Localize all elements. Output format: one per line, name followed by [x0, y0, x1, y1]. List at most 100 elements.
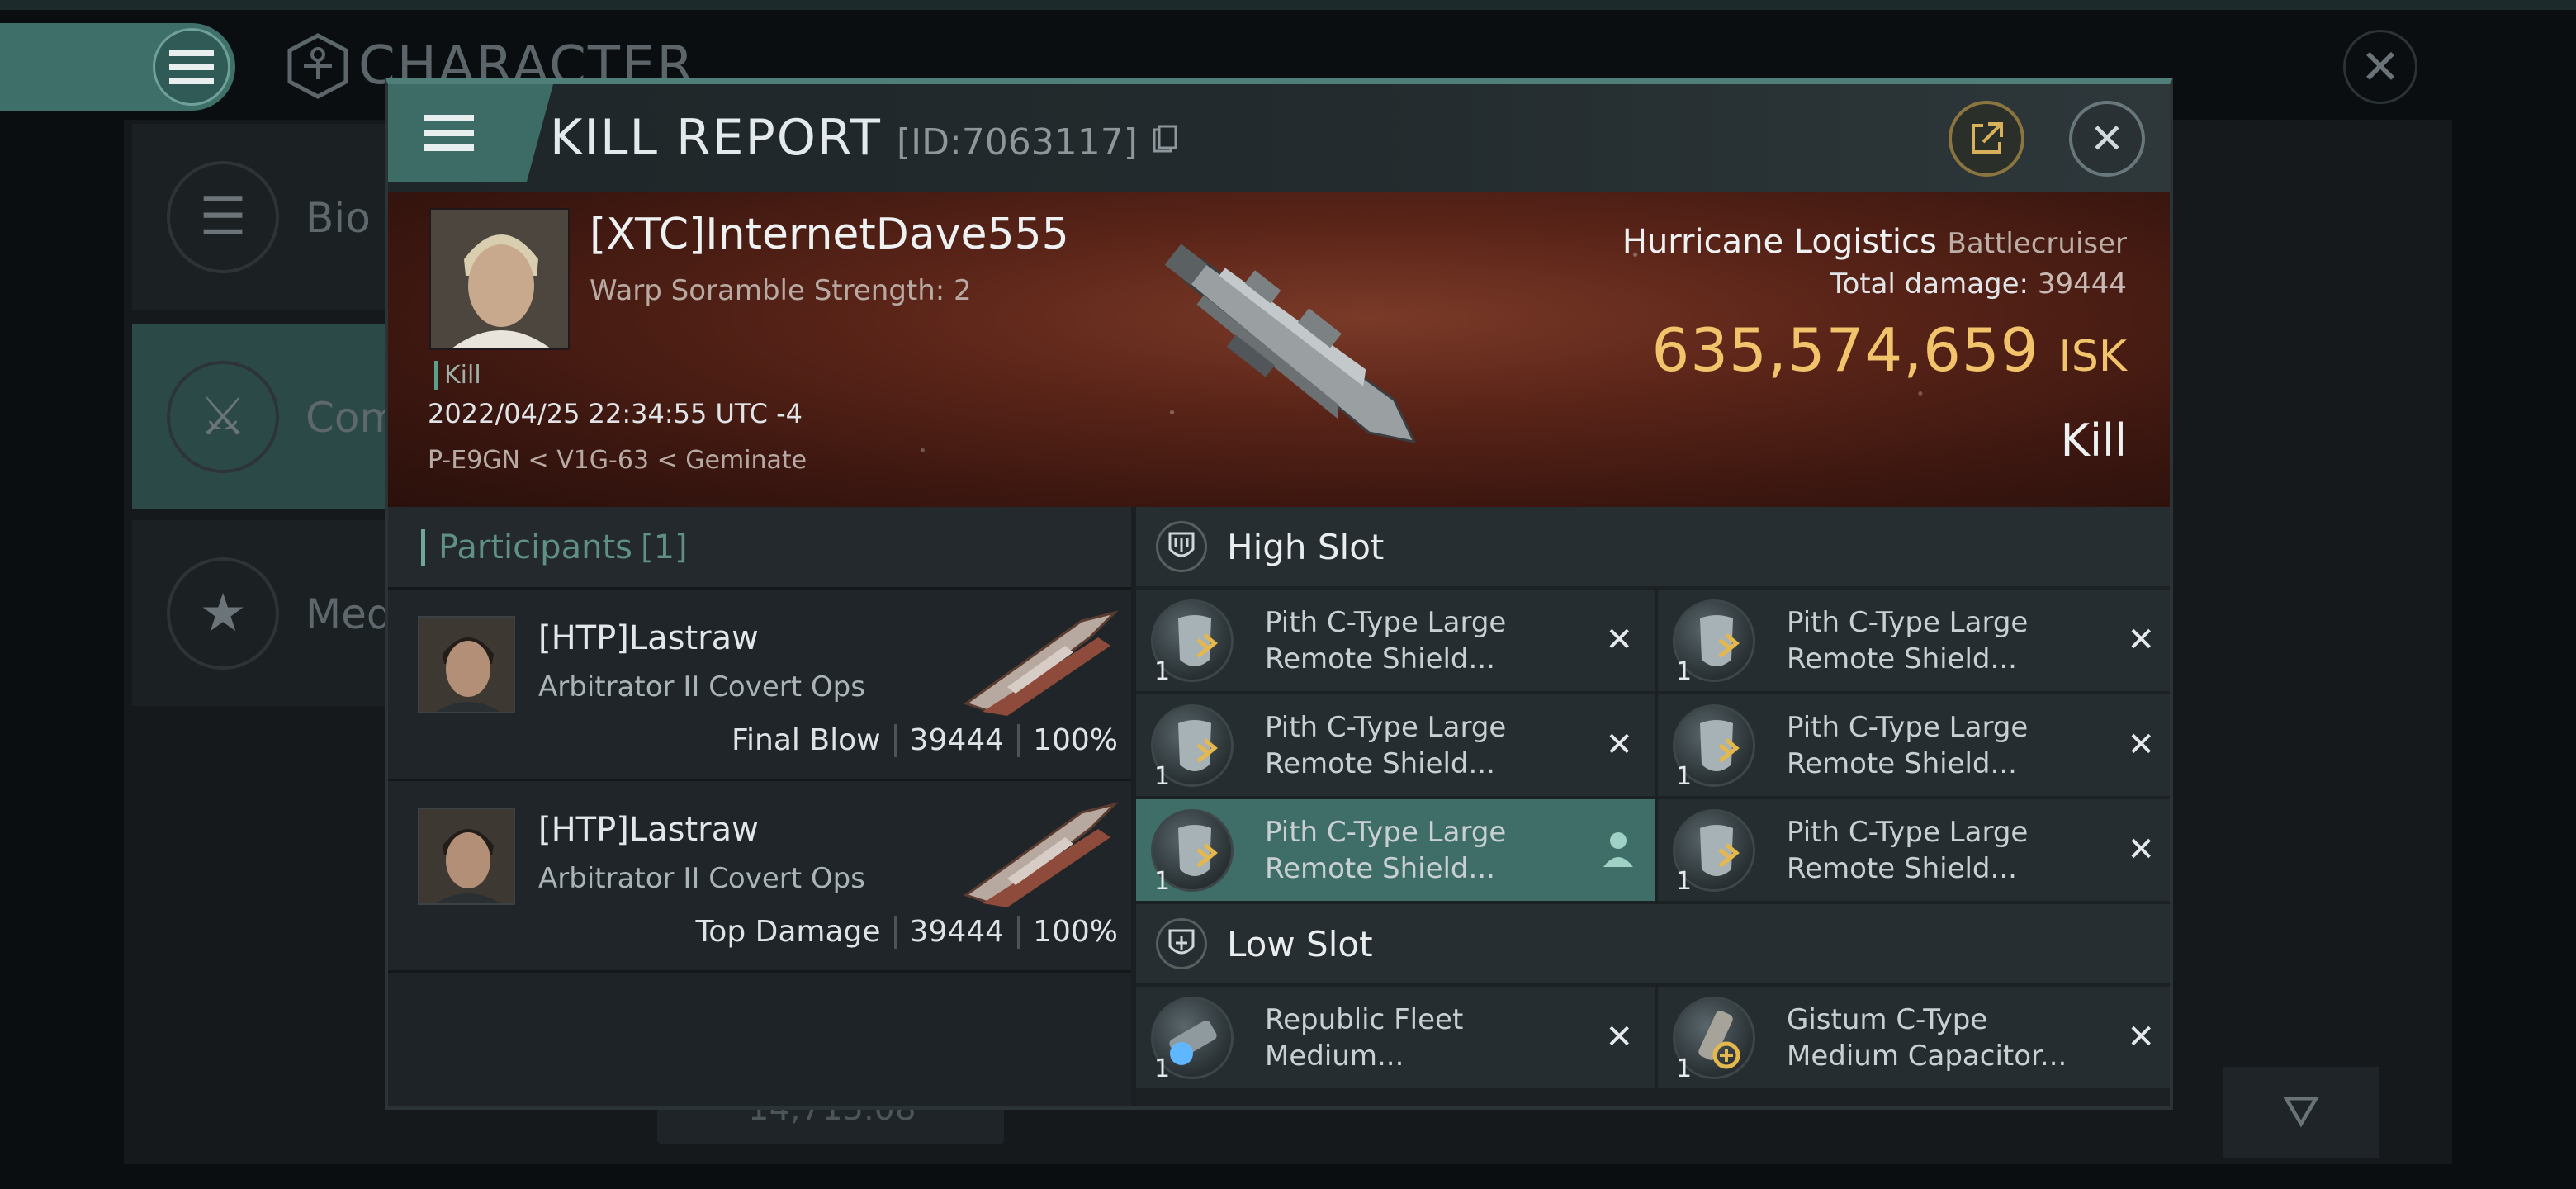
- destroyed-icon: ✕: [2127, 621, 2155, 659]
- isk-unit: ISK: [2058, 332, 2127, 381]
- high-slot-title: High Slot: [1227, 526, 1385, 567]
- participant-ship: Arbitrator II Covert Ops: [538, 862, 865, 895]
- destroyed-icon: ✕: [1605, 726, 1633, 764]
- module-qty: 1: [1676, 867, 1693, 896]
- low-slot-title: Low Slot: [1227, 923, 1373, 964]
- participants-title: Participants: [438, 528, 632, 566]
- person-icon: [1603, 832, 1633, 867]
- module-name: Pith C-Type Large Remote Shield...: [1265, 606, 1507, 675]
- participant-ship-icon[interactable]: [958, 796, 1123, 912]
- participant-percent: 100%: [1033, 723, 1118, 757]
- module-item[interactable]: 1 Pith C-Type Large Remote Shield... ✕: [1136, 694, 1655, 796]
- participant-stats: Final Blow 39444 100%: [732, 723, 1118, 757]
- participant-ship: Arbitrator II Covert Ops: [538, 670, 865, 703]
- hamburger-icon: [169, 50, 214, 84]
- module-qty: 1: [1676, 657, 1693, 686]
- sidebar-item-label: Med: [305, 590, 393, 638]
- kill-location[interactable]: P-E9GN < V1G-63 < Geminate: [428, 446, 807, 475]
- module-item[interactable]: 1 Pith C-Type Large Remote Shield... ✕: [1136, 590, 1655, 691]
- destroyed-icon: ✕: [2127, 726, 2155, 764]
- share-button[interactable]: [1949, 101, 2024, 177]
- participant-name[interactable]: [HTP]Lastraw: [538, 619, 759, 657]
- crossed-swords-icon: ⚔: [167, 361, 279, 473]
- participant-damage: 39444: [909, 723, 1005, 757]
- fitting-panel: High Slot 1 Pith C-Type Large Remote Shi…: [1136, 507, 2170, 1106]
- module-qty: 1: [1676, 1054, 1693, 1083]
- main-menu-button[interactable]: [153, 28, 230, 106]
- participant-stats: Top Damage 39444 100%: [695, 915, 1118, 949]
- participant-row[interactable]: [HTP]Lastraw Arbitrator II Covert Ops To…: [388, 781, 1131, 973]
- kill-report-title-text: KILL REPORT: [550, 109, 882, 167]
- participant-row[interactable]: [HTP]Lastraw Arbitrator II Covert Ops Fi…: [388, 590, 1131, 781]
- close-icon: ✕: [2360, 39, 2401, 95]
- kill-report-menu-button[interactable]: [388, 84, 553, 182]
- high-slot-header: High Slot: [1136, 507, 2170, 586]
- isk-loss: 635,574,659 ISK: [1651, 315, 2127, 385]
- kill-result: Kill: [2060, 414, 2127, 467]
- module-item-selected[interactable]: 1 Pith C-Type Large Remote Shield...: [1136, 799, 1655, 901]
- kill-time: 2022/04/25 22:34:55 UTC -4: [428, 398, 803, 429]
- kill-report-header: KILL REPORT [ID:7063117] ✕: [388, 84, 2170, 192]
- module-name: Pith C-Type Large Remote Shield...: [1265, 711, 1507, 780]
- module-qty: 1: [1676, 762, 1693, 791]
- participants-panel: Participants [1] [HTP]Lastraw Arbitrator…: [388, 507, 1131, 1106]
- victim-subtitle: Warp Soramble Strength: 2: [590, 274, 972, 307]
- kill-report-window: KILL REPORT [ID:7063117] ✕ [XTC]Internet…: [385, 78, 2173, 1110]
- victim-ship-name[interactable]: Hurricane Logistics Battlecruiser: [1622, 223, 2127, 261]
- participant-avatar[interactable]: [418, 808, 515, 905]
- destroyed-icon: ✕: [2127, 831, 2155, 869]
- module-name: Pith C-Type Large Remote Shield...: [1787, 606, 2029, 675]
- kill-tag: Kill: [434, 361, 481, 390]
- sidebar-item-label: Bio: [305, 194, 371, 242]
- kill-report-close-button[interactable]: ✕: [2069, 101, 2145, 177]
- total-damage: Total damage: 39444: [1830, 268, 2127, 301]
- module-item[interactable]: 1 Gistum C-Type Medium Capacitor... ✕: [1658, 987, 2170, 1088]
- screen-close-button[interactable]: ✕: [2343, 30, 2417, 104]
- low-slot-icon: [1156, 918, 1207, 969]
- participants-count: [1]: [640, 528, 688, 566]
- close-icon: ✕: [2090, 115, 2124, 163]
- module-item[interactable]: 1 Pith C-Type Large Remote Shield... ✕: [1658, 799, 2170, 901]
- destroyed-icon: ✕: [1605, 621, 1633, 659]
- participant-name[interactable]: [HTP]Lastraw: [538, 811, 759, 849]
- module-qty: 1: [1154, 657, 1171, 686]
- menu-icon: ☰: [167, 161, 279, 273]
- destroyed-icon: ✕: [2127, 1018, 2155, 1056]
- module-qty: 1: [1154, 762, 1171, 791]
- destroyed-icon: ✕: [1605, 1018, 1633, 1056]
- victim-name[interactable]: [XTC]InternetDave555: [590, 210, 1069, 259]
- star-medal-icon: ★: [167, 557, 279, 670]
- module-item[interactable]: 1 Pith C-Type Large Remote Shield... ✕: [1658, 590, 2170, 691]
- module-name: Gistum C-Type Medium Capacitor...: [1787, 1003, 2067, 1073]
- module-name: Pith C-Type Large Remote Shield...: [1265, 816, 1507, 885]
- module-item[interactable]: 1 Pith C-Type Large Remote Shield... ✕: [1658, 694, 2170, 796]
- copy-icon[interactable]: [1153, 125, 1177, 154]
- main-menu-pill[interactable]: [0, 23, 235, 111]
- victim-ship-image[interactable]: [1115, 208, 1461, 489]
- participant-damage: 39444: [909, 915, 1005, 949]
- module-qty: 1: [1154, 867, 1171, 896]
- low-slot-header: Low Slot: [1136, 904, 2170, 983]
- participant-role: Top Damage: [695, 915, 881, 949]
- ship-class: Battlecruiser: [1947, 227, 2127, 260]
- isk-loss-value: 635,574,659: [1651, 315, 2039, 385]
- character-hex-icon: [287, 33, 348, 99]
- participant-role: Final Blow: [731, 723, 881, 757]
- share-icon: [1972, 122, 2003, 154]
- victim-portrait[interactable]: [429, 208, 570, 350]
- filter-button[interactable]: ⛛: [2223, 1067, 2379, 1158]
- top-bar: [0, 0, 2576, 10]
- victim-portrait-image: [431, 210, 568, 348]
- total-damage-value: 39444: [2037, 268, 2127, 301]
- filter-icon: ⛛: [2281, 1085, 2321, 1139]
- high-slot-grid: 1 Pith C-Type Large Remote Shield... ✕ 1…: [1136, 586, 2170, 901]
- participant-avatar[interactable]: [418, 616, 515, 713]
- low-slot-grid: 1 Republic Fleet Medium... ✕ 1 Gistum C-…: [1136, 983, 2170, 1088]
- kill-report-id: [ID:7063117]: [896, 121, 1138, 163]
- total-damage-label: Total damage:: [1830, 268, 2029, 301]
- kill-report-title: KILL REPORT [ID:7063117]: [550, 109, 1177, 167]
- ship-name-text: Hurricane Logistics: [1622, 223, 1937, 261]
- module-name: Pith C-Type Large Remote Shield...: [1787, 711, 2029, 780]
- module-item[interactable]: 1 Republic Fleet Medium... ✕: [1136, 987, 1655, 1088]
- participant-ship-icon[interactable]: [958, 604, 1123, 720]
